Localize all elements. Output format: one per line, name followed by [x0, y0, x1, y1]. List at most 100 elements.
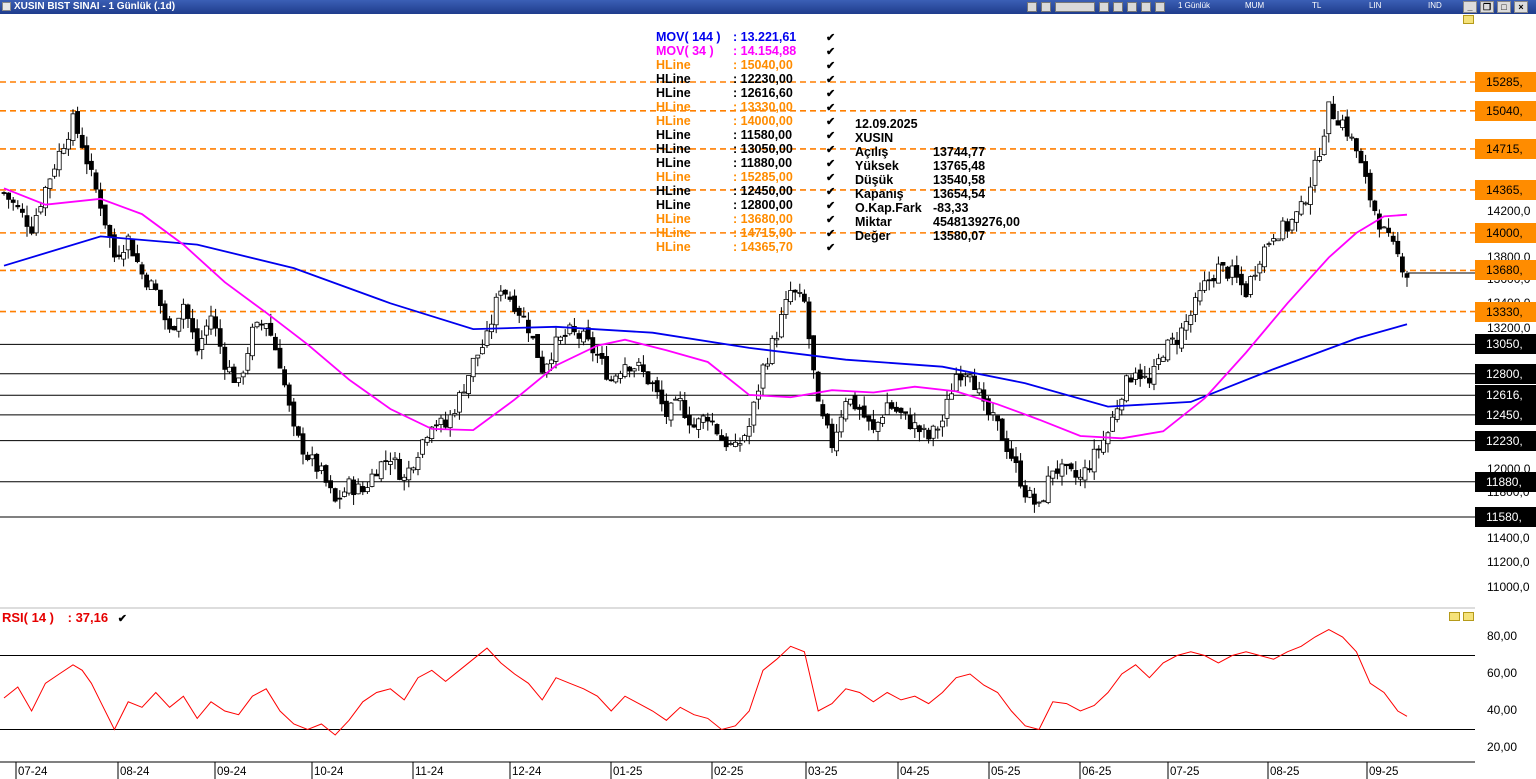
maximize-button[interactable]: □ — [1497, 1, 1511, 13]
candle-body — [194, 328, 200, 352]
info-value: 13744,77 — [933, 145, 986, 159]
period-selector[interactable]: 1 Günlük — [1178, 1, 1210, 10]
candle-body — [6, 192, 11, 200]
print-icon[interactable] — [1113, 2, 1123, 12]
candle-body — [66, 138, 71, 150]
candle-body — [332, 488, 338, 502]
app-icon[interactable] — [2, 2, 11, 11]
candle-body — [401, 476, 407, 481]
candle-body — [268, 322, 274, 336]
visibility-check-icon[interactable]: ✔ — [826, 171, 835, 185]
candle-body — [309, 454, 315, 460]
candle-body — [691, 424, 697, 428]
date-label: 04-25 — [900, 766, 930, 778]
visibility-check-icon[interactable]: ✔ — [826, 73, 835, 87]
candle-body — [1234, 265, 1240, 278]
chart-settings-icon[interactable] — [1027, 2, 1037, 12]
legend-hline-label: HLine — [656, 58, 691, 72]
candle-body — [967, 374, 973, 378]
candle-body — [1183, 321, 1189, 331]
candle-body — [1308, 186, 1313, 205]
visibility-check-icon[interactable]: ✔ — [826, 129, 835, 143]
restore-button[interactable]: ❐ — [1480, 1, 1494, 13]
legend-hline-label: HLine — [656, 212, 691, 226]
candle-body — [958, 373, 964, 381]
candle-body — [521, 315, 527, 318]
candle-body — [912, 422, 918, 430]
visibility-check-icon[interactable]: ✔ — [826, 101, 835, 115]
candle-body — [1266, 243, 1272, 246]
color-icon[interactable] — [1041, 2, 1051, 12]
candle-body — [1248, 276, 1253, 295]
candle-body — [1147, 377, 1152, 384]
scale-selector[interactable]: LIN — [1369, 1, 1381, 10]
draw-icon[interactable] — [1127, 2, 1137, 12]
indicator-selector[interactable]: IND — [1428, 1, 1442, 10]
legend-mov34-value: : 14.154,88 — [733, 44, 797, 58]
candle-body — [884, 402, 890, 415]
candle-body — [567, 324, 573, 335]
visibility-check-icon[interactable]: ✔ — [826, 115, 835, 129]
visibility-check-icon[interactable]: ✔ — [826, 227, 835, 241]
info-value: 13580,07 — [933, 229, 986, 243]
candle-body — [93, 172, 99, 190]
candle-body — [516, 307, 522, 316]
legend-hline-label: HLine — [656, 100, 691, 114]
candle-body — [1142, 375, 1148, 378]
candle-body — [576, 333, 582, 339]
visibility-check-icon[interactable]: ✔ — [826, 213, 835, 227]
candle-body — [102, 204, 108, 226]
grid-icon[interactable] — [1099, 2, 1109, 12]
close-button[interactable]: × — [1514, 1, 1528, 13]
candle-body — [549, 359, 554, 365]
candle-body — [351, 479, 357, 496]
template-selector[interactable] — [1055, 2, 1095, 12]
candle-body — [1128, 377, 1134, 383]
price-level-tag: 12800, — [1475, 363, 1536, 384]
candle-body — [1386, 227, 1391, 234]
candle-body — [286, 384, 292, 406]
candle-body — [1101, 439, 1106, 453]
candle-body — [438, 417, 444, 425]
legend-hline: HLine: 13050,00 — [656, 142, 793, 156]
visibility-check-icon[interactable]: ✔ — [826, 241, 835, 255]
candle-body — [1022, 485, 1028, 498]
price-level-tag: 12450, — [1475, 404, 1536, 425]
candle-body — [498, 290, 504, 296]
candle-body — [466, 375, 472, 394]
legend-hline-value: : 11880,00 — [733, 156, 793, 170]
arrow-icon[interactable] — [1155, 2, 1165, 12]
rsi-check-icon[interactable]: ✔ — [118, 613, 127, 625]
visibility-check-icon[interactable]: ✔ — [826, 45, 835, 59]
candle-body — [116, 254, 122, 258]
visibility-check-icon[interactable]: ✔ — [826, 31, 835, 45]
chart-mode-selector[interactable]: MUM — [1245, 1, 1264, 10]
candle-body — [1326, 101, 1332, 135]
visibility-check-icon[interactable]: ✔ — [826, 157, 835, 171]
candle-body — [369, 473, 375, 487]
candle-body — [539, 356, 545, 373]
legend-hline-value: : 14715,00 — [733, 226, 793, 240]
candle-body — [259, 323, 265, 326]
zoom-icon[interactable] — [1141, 2, 1151, 12]
candle-body — [420, 439, 426, 455]
candle-body — [484, 330, 490, 346]
date-label: 09-24 — [217, 766, 247, 778]
date-label: 11-24 — [415, 766, 444, 778]
visibility-check-icon[interactable]: ✔ — [826, 59, 835, 73]
legend-hline-value: : 13680,00 — [733, 212, 793, 226]
visibility-check-icon[interactable]: ✔ — [826, 143, 835, 157]
visibility-check-icon[interactable]: ✔ — [826, 185, 835, 199]
candle-body — [1262, 246, 1267, 268]
candle-body — [898, 407, 904, 413]
minimize-button[interactable]: _ — [1463, 1, 1477, 13]
candle-body — [134, 253, 140, 263]
visibility-check-icon[interactable]: ✔ — [826, 87, 835, 101]
candle-body — [677, 398, 683, 402]
candle-body — [1335, 120, 1341, 126]
price-tick-label: 11400,0 — [1487, 531, 1530, 545]
candle-body — [374, 473, 380, 477]
candle-body — [659, 389, 665, 405]
currency-selector[interactable]: TL — [1312, 1, 1321, 10]
visibility-check-icon[interactable]: ✔ — [826, 199, 835, 213]
